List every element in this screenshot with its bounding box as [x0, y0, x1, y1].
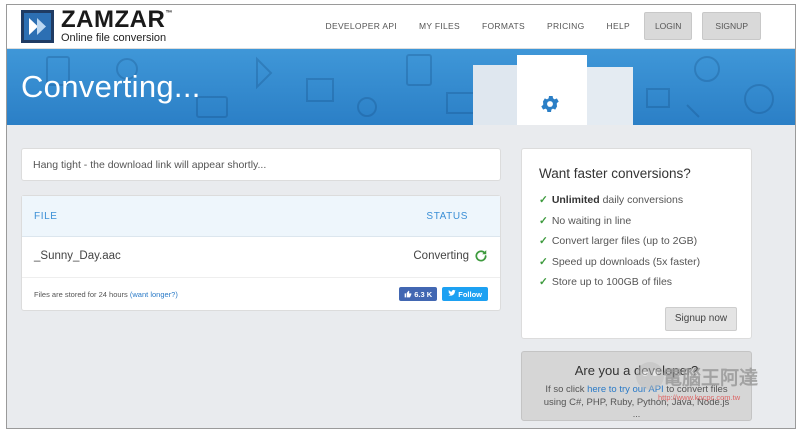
- table-header: FILE STATUS: [22, 196, 500, 237]
- storage-note: Files are stored for 24 hours (want long…: [34, 290, 178, 299]
- nav-pricing[interactable]: PRICING: [547, 21, 585, 31]
- nav-help[interactable]: HELP: [607, 21, 630, 31]
- header: ZAMZAR™ Online file conversion DEVELOPER…: [7, 5, 795, 49]
- file-status: Converting: [413, 249, 488, 263]
- want-longer-link[interactable]: (want longer?): [130, 290, 178, 299]
- brand-tagline: Online file conversion: [61, 32, 167, 44]
- thumbs-up-icon: [404, 290, 412, 298]
- facebook-like-button[interactable]: 6.3 K: [399, 287, 438, 301]
- nav-developer-api[interactable]: DEVELOPER API: [326, 21, 397, 31]
- column-file: FILE: [34, 211, 58, 222]
- refresh-icon: [475, 250, 487, 262]
- twitter-bird-icon: [448, 289, 456, 296]
- watermark-text: 電腦王阿達: [663, 367, 759, 389]
- zamzar-logo-icon: [21, 9, 54, 43]
- table-footer: Files are stored for 24 hours (want long…: [22, 278, 500, 312]
- gear-icon: [541, 96, 559, 112]
- top-nav: DEVELOPER API MY FILES FORMATS PRICING H…: [304, 12, 761, 40]
- list-item: ✓ Speed up downloads (5x faster): [539, 255, 701, 268]
- twitter-follow-button[interactable]: Follow: [442, 287, 488, 301]
- list-item: ✓ Unlimited daily conversions: [539, 194, 684, 206]
- list-item: ✓ Store up to 100GB of files: [539, 276, 673, 288]
- developer-more: ...: [632, 409, 641, 419]
- watermark-mascot-icon: [636, 362, 664, 390]
- upgrade-title: Want faster conversions?: [539, 166, 691, 181]
- list-item: ✓ No waiting in line: [539, 214, 632, 227]
- watermark-url: http://www.kocpc.com.tw: [658, 393, 741, 402]
- upgrade-card: Want faster conversions? ✓ Unlimited dail…: [521, 148, 752, 339]
- file-name: _Sunny_Day.aac: [34, 250, 121, 262]
- status-text: Converting: [413, 250, 469, 262]
- column-status: STATUS: [426, 211, 468, 222]
- login-button[interactable]: LOGIN: [643, 12, 693, 40]
- check-icon: ✓: [539, 194, 548, 206]
- check-icon: ✓: [539, 255, 548, 268]
- signup-button[interactable]: SIGNUP: [702, 12, 761, 40]
- benefit-list: ✓ Unlimited daily conversions ✓ No waiting…: [539, 190, 700, 293]
- nav-my-files[interactable]: MY FILES: [419, 21, 460, 31]
- signup-now-button[interactable]: Signup now: [665, 307, 737, 331]
- nav-formats[interactable]: FORMATS: [482, 21, 525, 31]
- brand-name: ZAMZAR™: [61, 6, 173, 33]
- table-row: _Sunny_Day.aac Converting: [22, 237, 500, 278]
- banner-title: Converting...: [21, 69, 201, 104]
- list-item: ✓ Convert larger files (up to 2GB): [539, 235, 698, 247]
- logo[interactable]: ZAMZAR™ Online file conversion: [21, 8, 173, 44]
- check-icon: ✓: [539, 276, 548, 288]
- download-notice: Hang tight - the download link will appe…: [21, 148, 501, 181]
- converting-banner: Converting...: [7, 49, 795, 125]
- page: ZAMZAR™ Online file conversion DEVELOPER…: [6, 4, 796, 429]
- social-buttons: 6.3 K Follow: [399, 287, 488, 301]
- check-icon: ✓: [539, 214, 548, 227]
- documents-illustration: [473, 53, 643, 125]
- check-icon: ✓: [539, 235, 548, 247]
- file-table: FILE STATUS _Sunny_Day.aac Converting Fi…: [21, 195, 501, 311]
